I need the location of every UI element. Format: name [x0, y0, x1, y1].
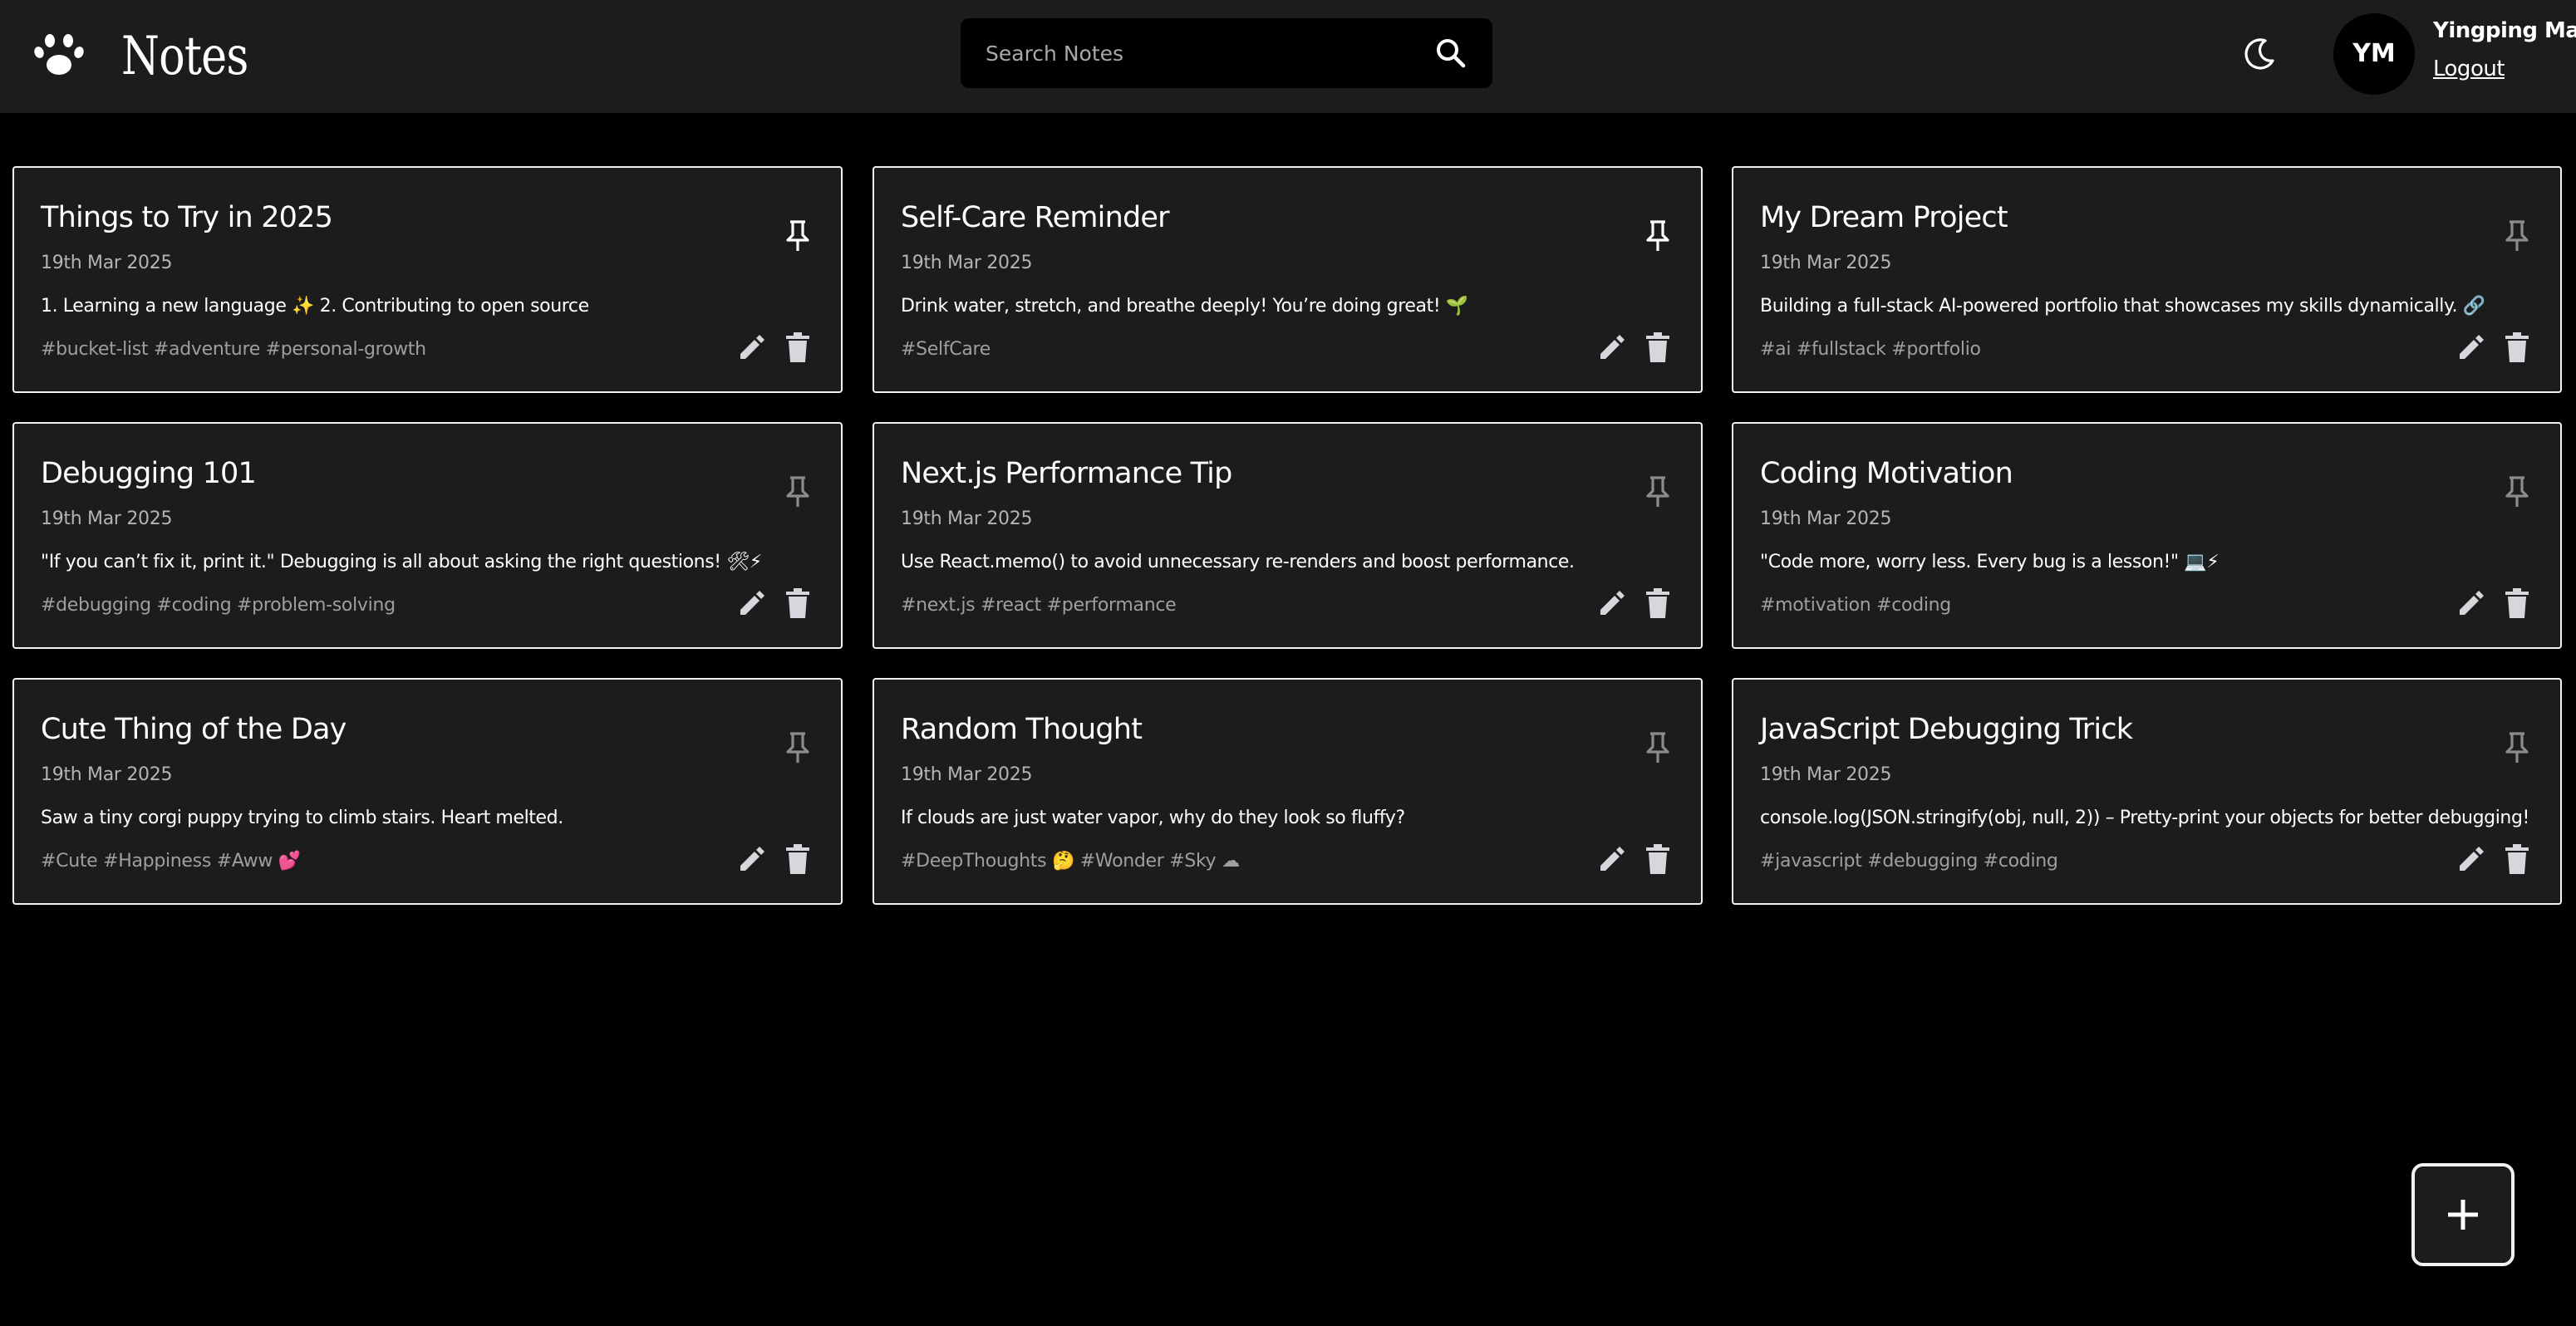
note-date: 19th Mar 2025 — [901, 253, 1033, 273]
note-title: Things to Try in 2025 — [41, 201, 333, 234]
pencil-icon[interactable] — [737, 332, 767, 362]
note-title: My Dream Project — [1760, 201, 2008, 234]
pencil-icon[interactable] — [2456, 844, 2486, 874]
note-date: 19th Mar 2025 — [1760, 764, 1892, 785]
note-date: 19th Mar 2025 — [41, 508, 173, 529]
note-tags: #javascript #debugging #coding — [1760, 851, 2058, 872]
note-title: Next.js Performance Tip — [901, 457, 1232, 490]
note-card[interactable]: JavaScript Debugging Trick 19th Mar 2025 c… — [1732, 678, 2562, 905]
note-title: Debugging 101 — [41, 457, 257, 490]
note-tags: #DeepThoughts 🤔 #Wonder #Sky ☁ — [901, 851, 1240, 872]
note-title: Coding Motivation — [1760, 457, 2013, 490]
pencil-icon[interactable] — [2456, 332, 2486, 362]
note-tags: #next.js #react #performance — [901, 595, 1177, 616]
note-tags: #bucket-list #adventure #personal-growth — [41, 339, 426, 360]
trash-icon[interactable] — [785, 844, 810, 874]
note-date: 19th Mar 2025 — [1760, 253, 1892, 273]
note-tags: #ai #fullstack #portfolio — [1760, 339, 1981, 360]
notes-grid: Things to Try in 2025 19th Mar 2025 1. Lea… — [0, 0, 2576, 1326]
note-content: If clouds are just water vapor, why do t… — [901, 808, 1405, 828]
trash-icon[interactable] — [1645, 844, 1670, 874]
note-title: Cute Thing of the Day — [41, 713, 347, 746]
plus-icon — [2448, 1200, 2478, 1230]
note-content: console.log(JSON.stringify(obj, null, 2)… — [1760, 808, 2529, 828]
pencil-icon[interactable] — [1597, 588, 1627, 618]
pin-icon[interactable] — [784, 731, 812, 764]
note-content: Drink water, stretch, and breathe deeply… — [901, 296, 1468, 317]
note-card[interactable]: Random Thought 19th Mar 2025 If clouds are… — [873, 678, 1703, 905]
note-tags: #debugging #coding #problem-solving — [41, 595, 396, 616]
note-card[interactable]: Coding Motivation 19th Mar 2025 "Code more… — [1732, 422, 2562, 649]
note-content: Saw a tiny corgi puppy trying to climb s… — [41, 808, 563, 828]
note-content: "If you can’t fix it, print it." Debuggi… — [41, 552, 762, 572]
pin-icon[interactable] — [2503, 731, 2531, 764]
note-content: Use React.memo() to avoid unnecessary re… — [901, 552, 1575, 572]
note-card[interactable]: Self-Care Reminder 19th Mar 2025 Drink wat… — [873, 166, 1703, 393]
trash-icon[interactable] — [2505, 844, 2529, 874]
note-content: 1. Learning a new language ✨ 2. Contribu… — [41, 296, 589, 317]
pin-icon[interactable] — [1644, 219, 1672, 253]
pencil-icon[interactable] — [1597, 332, 1627, 362]
note-tags: #Cute #Happiness #Aww 💕 — [41, 851, 301, 872]
note-content: "Code more, worry less. Every bug is a l… — [1760, 552, 2220, 572]
pin-icon[interactable] — [2503, 219, 2531, 253]
pencil-icon[interactable] — [2456, 588, 2486, 618]
note-tags: #motivation #coding — [1760, 595, 1951, 616]
pin-icon[interactable] — [784, 475, 812, 508]
note-title: Random Thought — [901, 713, 1143, 746]
pin-icon[interactable] — [784, 219, 812, 253]
note-title: Self-Care Reminder — [901, 201, 1170, 234]
trash-icon[interactable] — [785, 332, 810, 362]
note-date: 19th Mar 2025 — [901, 508, 1033, 529]
trash-icon[interactable] — [2505, 332, 2529, 362]
note-tags: #SelfCare — [901, 339, 991, 360]
note-date: 19th Mar 2025 — [41, 764, 173, 785]
note-card[interactable]: Debugging 101 19th Mar 2025 "If you can’t … — [12, 422, 843, 649]
trash-icon[interactable] — [1645, 588, 1670, 618]
note-date: 19th Mar 2025 — [1760, 508, 1892, 529]
note-date: 19th Mar 2025 — [41, 253, 173, 273]
pin-icon[interactable] — [2503, 475, 2531, 508]
trash-icon[interactable] — [785, 588, 810, 618]
trash-icon[interactable] — [1645, 332, 1670, 362]
pin-icon[interactable] — [1644, 475, 1672, 508]
note-card[interactable]: Cute Thing of the Day 19th Mar 2025 Saw a … — [12, 678, 843, 905]
note-title: JavaScript Debugging Trick — [1760, 713, 2133, 746]
trash-icon[interactable] — [2505, 588, 2529, 618]
pin-icon[interactable] — [1644, 731, 1672, 764]
note-content: Building a full-stack AI-powered portfol… — [1760, 296, 2485, 317]
note-card[interactable]: My Dream Project 19th Mar 2025 Building a … — [1732, 166, 2562, 393]
pencil-icon[interactable] — [737, 844, 767, 874]
note-card[interactable]: Next.js Performance Tip 19th Mar 2025 Use … — [873, 422, 1703, 649]
pencil-icon[interactable] — [1597, 844, 1627, 874]
pencil-icon[interactable] — [737, 588, 767, 618]
note-card[interactable]: Things to Try in 2025 19th Mar 2025 1. Lea… — [12, 166, 843, 393]
note-date: 19th Mar 2025 — [901, 764, 1033, 785]
add-note-button[interactable] — [2411, 1163, 2515, 1266]
